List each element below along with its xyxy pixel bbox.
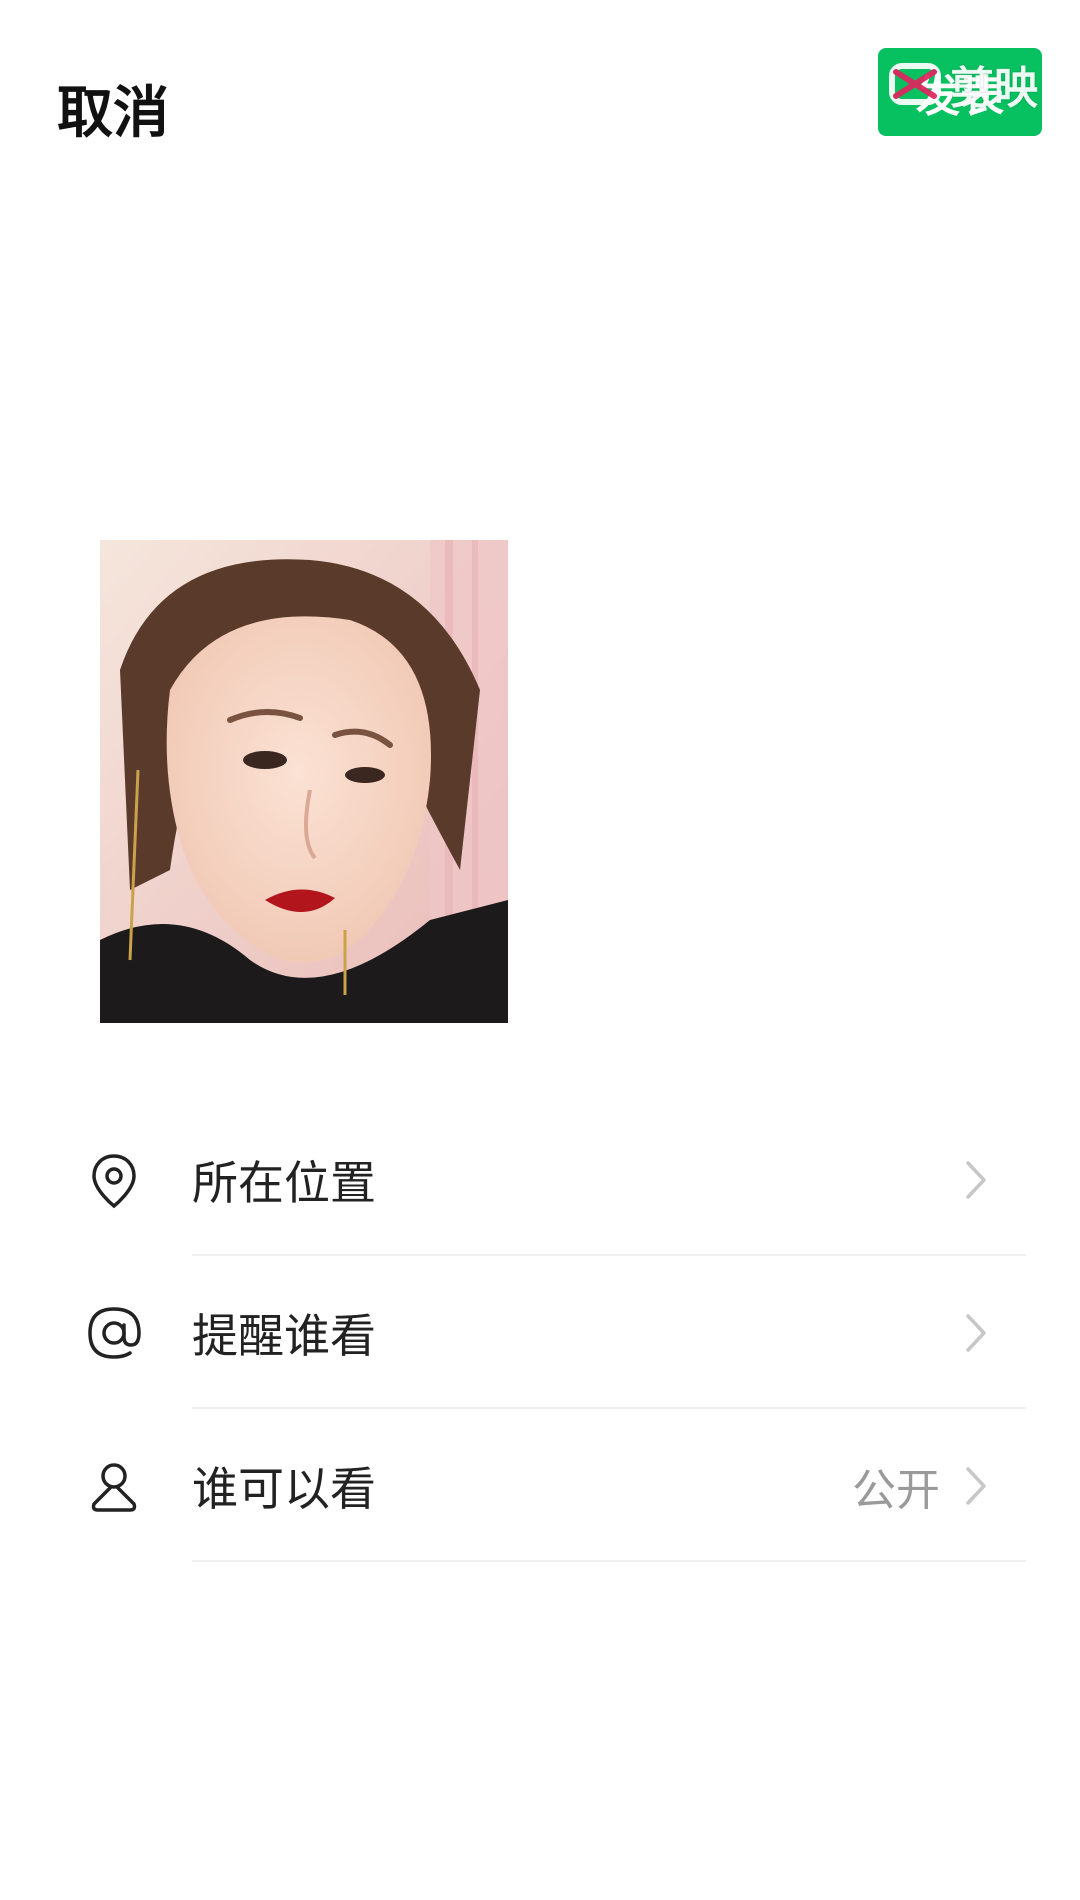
moments-compose-page: 取消 发表 剪映 所在位置 提醒谁看 谁可以看 公开 — [0, 0, 1080, 1900]
divider — [192, 1560, 1026, 1562]
selected-photo[interactable] — [100, 540, 508, 1023]
visibility-option[interactable]: 谁可以看 公开 — [0, 1411, 1080, 1561]
portrait-photo-image — [100, 540, 508, 1023]
remind-option[interactable]: 提醒谁看 — [0, 1258, 1080, 1408]
remind-label: 提醒谁看 — [192, 1309, 376, 1363]
location-pin-icon — [84, 1150, 144, 1210]
chevron-right-icon — [966, 1161, 986, 1199]
visibility-value: 公开 — [852, 1465, 940, 1516]
location-label: 所在位置 — [192, 1156, 376, 1210]
post-text-input[interactable] — [57, 205, 1021, 509]
divider — [192, 1407, 1026, 1409]
person-icon — [84, 1456, 144, 1516]
divider — [192, 1254, 1026, 1256]
location-option[interactable]: 所在位置 — [0, 1105, 1080, 1255]
chevron-right-icon — [966, 1467, 986, 1505]
publish-button[interactable]: 发表 — [878, 48, 1042, 136]
chevron-right-icon — [966, 1314, 986, 1352]
cancel-button[interactable]: 取消 — [57, 78, 169, 150]
visibility-label: 谁可以看 — [192, 1462, 376, 1516]
at-icon — [84, 1303, 144, 1363]
